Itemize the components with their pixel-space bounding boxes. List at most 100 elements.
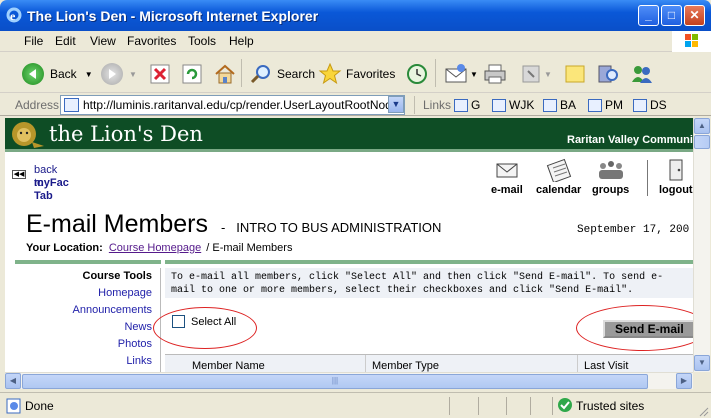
sidebar-heading: Course Tools <box>82 270 152 282</box>
back-label: Back <box>50 67 77 81</box>
search-label: Search <box>277 67 316 81</box>
lion-logo-icon <box>12 122 44 148</box>
link-wjk[interactable]: WJK <box>492 98 534 112</box>
column-member-type[interactable]: Member Type <box>372 360 439 372</box>
sidebar-item-photos[interactable]: Photos <box>15 336 152 353</box>
mail-button[interactable]: ▼ <box>444 62 478 86</box>
column-separator <box>577 355 578 372</box>
college-name: Raritan Valley Community C <box>567 134 693 146</box>
horizontal-scroll-thumb[interactable]: ||| <box>22 374 648 389</box>
back-link-line2: myFac Tab <box>34 177 69 202</box>
groups-nav-button[interactable]: groups <box>592 158 629 196</box>
logout-nav-button[interactable]: logout <box>659 158 693 196</box>
stop-icon <box>150 64 170 84</box>
status-bar: Done Trusted sites <box>0 392 711 418</box>
calendar-nav-button[interactable]: calendar <box>536 158 581 196</box>
breadcrumb-label: Your Location: <box>26 242 103 254</box>
address-input[interactable]: http://luminis.raritanval.edu/cp/render.… <box>60 95 405 115</box>
trusted-sites-check-icon <box>558 398 572 412</box>
forward-button[interactable]: ▼ <box>101 62 137 86</box>
resize-grip-icon[interactable] <box>697 405 709 417</box>
menu-file[interactable]: File <box>24 34 43 48</box>
sidebar-item-links[interactable]: Links <box>15 353 152 370</box>
email-nav-button[interactable]: e-mail <box>491 158 523 196</box>
horizontal-scrollbar[interactable]: ◀ ||| ▶ <box>5 372 693 389</box>
content-rule <box>165 260 693 264</box>
toolbar-separator <box>241 59 242 87</box>
sidebar-item-announcements[interactable]: Announcements <box>15 302 153 319</box>
edit-dropdown-icon[interactable]: ▼ <box>544 70 552 79</box>
column-member-name[interactable]: Member Name <box>192 360 265 372</box>
column-last-visit[interactable]: Last Visit <box>584 360 628 372</box>
print-button[interactable] <box>483 62 507 86</box>
refresh-button[interactable] <box>181 62 203 86</box>
menu-view[interactable]: View <box>90 34 116 48</box>
link-pm[interactable]: PM <box>588 98 623 112</box>
link-ds[interactable]: DS <box>633 98 667 112</box>
messenger-icon <box>632 66 652 83</box>
history-button[interactable] <box>405 62 429 86</box>
scroll-left-icon[interactable]: ◀ <box>5 373 21 389</box>
window-title: The Lion's Den - Microsoft Internet Expl… <box>27 8 319 24</box>
scroll-up-icon[interactable]: ▲ <box>694 118 710 134</box>
link-page-icon <box>543 98 557 112</box>
logout-nav-label: logout <box>659 184 693 196</box>
page-viewport: the Lion's Den Raritan Valley Community … <box>5 118 693 372</box>
sidebar-item-homepage[interactable]: Homepage <box>15 285 152 302</box>
menu-favorites[interactable]: Favorites <box>127 34 176 48</box>
annotation-circle-send-email <box>576 305 693 351</box>
home-button[interactable] <box>213 62 237 86</box>
close-button[interactable]: ✕ <box>684 5 705 26</box>
link-ba[interactable]: BA <box>543 98 576 112</box>
address-bar: Address http://luminis.raritanval.edu/cp… <box>0 94 711 116</box>
security-zone: Trusted sites <box>576 399 645 413</box>
menu-help[interactable]: Help <box>229 34 254 48</box>
address-separator <box>414 96 415 114</box>
link-page-icon <box>588 98 602 112</box>
link-page-icon <box>492 98 506 112</box>
link-label: WJK <box>509 98 535 112</box>
course-name: INTRO TO BUS ADMINISTRATION <box>236 220 442 235</box>
course-tools-sidebar: Course Tools Homepage Announcements News… <box>15 268 153 370</box>
maximize-button[interactable]: □ <box>661 5 682 26</box>
history-icon <box>407 64 427 84</box>
edit-button[interactable]: ▼ <box>520 62 552 86</box>
address-dropdown-icon[interactable]: ▼ <box>388 96 404 113</box>
status-separator <box>530 397 531 415</box>
stop-button[interactable] <box>149 62 171 86</box>
search-button[interactable]: Search <box>249 62 315 86</box>
envelope-icon <box>496 163 518 178</box>
favorites-button[interactable]: Favorites <box>318 62 395 86</box>
toolbar-separator <box>435 59 436 87</box>
link-label: G <box>471 98 481 112</box>
link-label: BA <box>560 98 577 112</box>
page-done-icon <box>6 398 21 414</box>
link-g[interactable]: G <box>454 98 480 112</box>
calendar-nav-label: calendar <box>536 184 582 196</box>
link-label: PM <box>605 98 623 112</box>
vertical-scroll-thumb[interactable] <box>694 135 710 149</box>
address-url: http://luminis.raritanval.edu/cp/render.… <box>83 98 405 112</box>
forward-dropdown-icon[interactable]: ▼ <box>129 70 137 79</box>
sidebar-item-news[interactable]: News <box>15 319 152 336</box>
printer-icon <box>484 64 506 84</box>
home-icon <box>215 64 235 84</box>
menu-tools[interactable]: Tools <box>188 34 216 48</box>
rewind-icon: ◀◀ <box>12 170 26 179</box>
annotation-circle-select-all <box>153 307 257 349</box>
scroll-down-icon[interactable]: ▼ <box>694 355 710 371</box>
minimize-button[interactable]: _ <box>638 5 659 26</box>
messenger-button[interactable] <box>630 62 654 86</box>
title-bar[interactable]: e The Lion's Den - Microsoft Internet Ex… <box>0 0 711 31</box>
scroll-right-icon[interactable]: ▶ <box>676 373 692 389</box>
mail-dropdown-icon[interactable]: ▼ <box>470 70 478 79</box>
back-button[interactable]: Back ▼ <box>22 62 93 86</box>
ie-logo-icon: e <box>6 7 22 23</box>
breadcrumb-course-homepage-link[interactable]: Course Homepage <box>109 242 201 254</box>
discuss-button[interactable] <box>564 62 586 86</box>
back-dropdown-icon[interactable]: ▼ <box>85 70 93 79</box>
vertical-scrollbar[interactable]: ▲ ▼ <box>693 118 710 372</box>
menu-edit[interactable]: Edit <box>55 34 76 48</box>
research-button[interactable] <box>596 62 620 86</box>
mail-icon <box>445 64 467 83</box>
